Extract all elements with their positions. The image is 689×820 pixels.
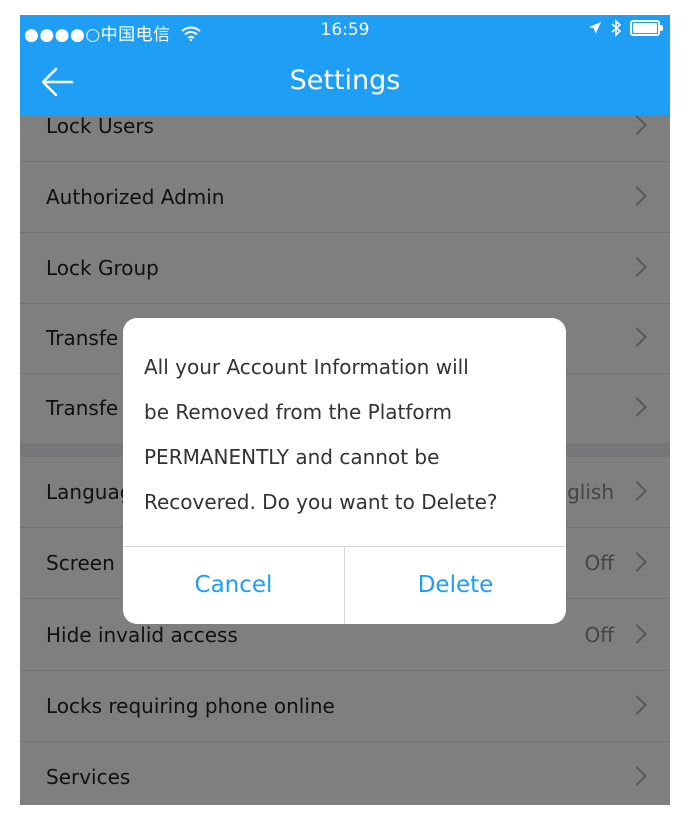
status-bar: ●●●●○中国电信 16:59 bbox=[20, 15, 670, 49]
dialog-message-line: PERMANENTLY and cannot be bbox=[144, 445, 440, 469]
status-right bbox=[588, 19, 663, 37]
phone-screen: ●●●●○中国电信 16:59 Settings All your Accoun… bbox=[20, 15, 670, 805]
delete-button[interactable]: Delete bbox=[345, 547, 566, 624]
cancel-button[interactable]: Cancel bbox=[123, 547, 344, 624]
dialog-message-line: All your Account Information will bbox=[144, 355, 469, 379]
delete-account-dialog: All your Account Information will be Rem… bbox=[123, 318, 566, 624]
location-arrow-icon bbox=[589, 22, 601, 34]
bluetooth-icon bbox=[611, 19, 622, 37]
dialog-message-line: be Removed from the Platform bbox=[144, 400, 452, 424]
dialog-message: All your Account Information will be Rem… bbox=[144, 345, 545, 525]
battery-icon bbox=[630, 20, 663, 36]
dialog-message-line: Recovered. Do you want to Delete? bbox=[144, 490, 498, 514]
status-time: 16:59 bbox=[320, 20, 370, 40]
